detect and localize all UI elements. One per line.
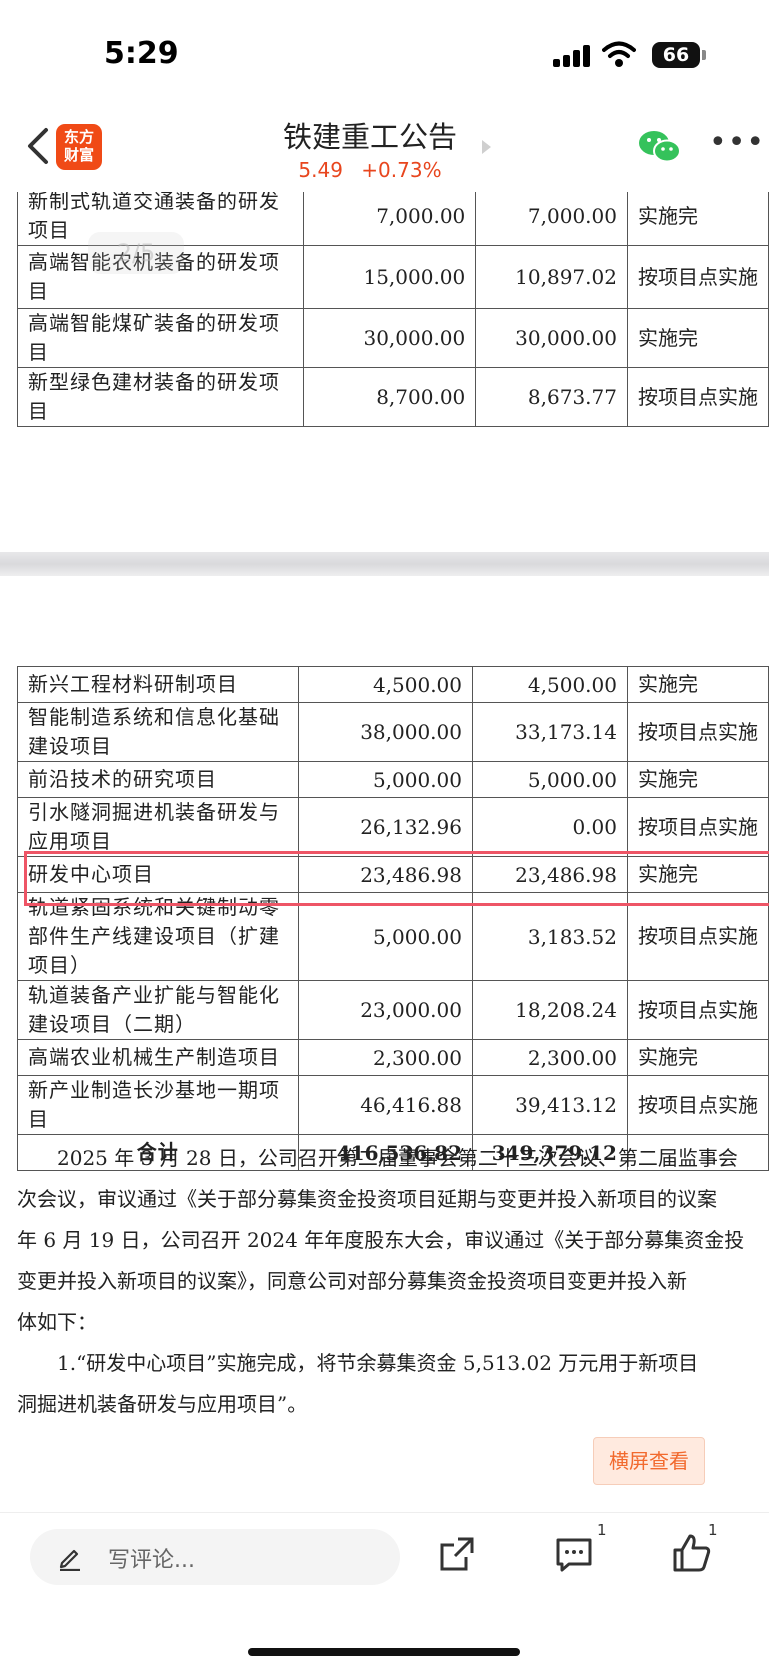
project-name-cell: 高端农业机械生产制造项目 [17,1039,299,1076]
project-name-cell: 新产业制造长沙基地一期项目 [17,1075,299,1135]
logo-line1: 东方 [63,128,94,146]
status-cell: 按项目点实施 [626,980,769,1040]
used-amount-cell: 0.00 [472,797,628,857]
project-name-cell: 新兴工程材料研制项目 [17,666,299,703]
home-indicator [248,1648,520,1656]
paragraph-line: 体如下： [17,1310,97,1334]
status-cell: 按项目点实施 [626,1075,769,1135]
status-cell: 实施完 [626,308,769,368]
table-row: 引水隧洞掘进机装备研发与应用项目 26,132.96 0.00 按项目点实施 [17,797,769,857]
thumbs-up-icon[interactable] [672,1533,712,1573]
logo-line2: 财富 [63,146,94,164]
page-indicator: 2/5 [88,232,184,274]
used-amount-cell: 10,897.02 [475,245,628,309]
used-amount-cell: 8,673.77 [475,367,628,427]
used-amount-cell: 39,413.12 [472,1075,628,1135]
project-name-cell: 智能制造系统和信息化基础建设项目 [17,702,299,762]
like-count: 1 [708,1521,718,1539]
wechat-share-icon[interactable] [638,128,682,166]
planned-amount-cell: 4,500.00 [297,666,474,703]
stock-quote[interactable]: 5.49 +0.73% [270,158,470,182]
project-name-cell: 新型绿色建材装备的研发项目 [16,367,305,427]
used-amount-cell: 4,500.00 [472,666,628,703]
table-row: 轨道装备产业扩能与智能化建设项目（二期） 23,000.00 18,208.24 按项… [17,980,769,1040]
document-viewer[interactable]: 新制式轨道交通装备的研发项目 7,000.00 7,000.00 实施完 高端智能农机装… [0,192,769,1512]
highlight-box [24,851,769,906]
paragraph-line: 洞掘进机装备研发与应用项目”。 [17,1392,308,1416]
stock-change: +0.73% [361,158,442,182]
fund-table-top: 新制式轨道交通装备的研发项目 7,000.00 7,000.00 实施完 高端智能农机装… [16,192,769,427]
used-amount-cell: 18,208.24 [472,980,628,1040]
status-cell: 实施完 [626,192,769,246]
page-title[interactable]: 铁建重工公告 [270,114,470,156]
eastmoney-logo[interactable]: 东方 财富 [56,124,102,170]
project-name-cell: 引水隧洞掘进机装备研发与应用项目 [17,797,299,857]
wifi-icon [602,41,636,67]
page-separator [0,552,769,576]
planned-amount-cell: 26,132.96 [297,797,474,857]
table-row: 新产业制造长沙基地一期项目 46,416.88 39,413.12 按项目点实施 [17,1075,769,1135]
status-bar: 5:29 66 [0,0,769,110]
cellular-signal-icon [553,45,591,67]
planned-amount-cell: 7,000.00 [303,192,477,246]
comment-input[interactable]: 写评论... [30,1529,400,1585]
app-header: 东方 财富 铁建重工公告 5.49 +0.73% ••• [0,110,769,193]
paragraph-line: 次会议，审议通过《关于部分募集资金投资项目延期与变更并投入新项目的议案 [17,1187,717,1211]
table-row: 高端农业机械生产制造项目 2,300.00 2,300.00 实施完 [17,1039,769,1076]
comment-count: 1 [597,1521,607,1539]
status-cell: 按项目点实施 [626,367,769,427]
planned-amount-cell: 38,000.00 [297,702,474,762]
expand-arrow-icon[interactable] [482,140,491,154]
status-cell: 按项目点实施 [626,702,769,762]
status-cell: 实施完 [626,761,769,798]
project-name-cell: 前沿技术的研究项目 [17,761,299,798]
paragraph-line: 2025 年 3 月 28 日，公司召开第二届董事会第二十三次会议、第二届监事会 [17,1146,738,1170]
table-row: 新型绿色建材装备的研发项目 8,700.00 8,673.77 按项目点实施 [16,367,769,427]
planned-amount-cell: 2,300.00 [297,1039,474,1076]
comments-icon[interactable] [555,1537,593,1573]
paragraph-line: 年 6 月 19 日，公司召开 2024 年年度股东大会，审议通过《关于部分募集… [17,1228,745,1252]
planned-amount-cell: 5,000.00 [297,761,474,798]
more-options-icon[interactable]: ••• [709,128,765,158]
status-cell: 实施完 [626,666,769,703]
stock-price: 5.49 [298,158,343,182]
battery-tip [702,50,706,60]
project-name-cell: 轨道装备产业扩能与智能化建设项目（二期） [17,980,299,1040]
table-row: 新兴工程材料研制项目 4,500.00 4,500.00 实施完 [17,666,769,703]
used-amount-cell: 2,300.00 [472,1039,628,1076]
comment-placeholder: 写评论... [108,1548,195,1573]
table-row: 高端智能煤矿装备的研发项目 30,000.00 30,000.00 实施完 [16,308,769,368]
back-arrow-icon[interactable] [18,124,58,168]
planned-amount-cell: 30,000.00 [303,308,477,368]
paragraph-line: 1.“研发中心项目”实施完成，将节余募集资金 5,513.02 万元用于新项目 [17,1351,699,1375]
table-row: 前沿技术的研究项目 5,000.00 5,000.00 实施完 [17,761,769,798]
status-time: 5:29 [104,36,179,71]
planned-amount-cell: 46,416.88 [297,1075,474,1135]
bottom-action-bar: 写评论... 1 1 [0,1512,769,1666]
status-cell: 实施完 [626,1039,769,1076]
fund-table-bottom: 新兴工程材料研制项目 4,500.00 4,500.00 实施完 智能制造系统和信息化基… [17,666,769,1171]
paragraph-line: 变更并投入新项目的议案》，同意公司对部分募集资金投资项目变更并投入新 [17,1269,687,1293]
status-cell: 按项目点实施 [626,797,769,857]
project-name-cell: 高端智能煤矿装备的研发项目 [16,308,305,368]
used-amount-cell: 33,173.14 [472,702,628,762]
planned-amount-cell: 23,000.00 [297,980,474,1040]
used-amount-cell: 5,000.00 [472,761,628,798]
pencil-icon [59,1549,80,1571]
planned-amount-cell: 8,700.00 [303,367,477,427]
table-row: 智能制造系统和信息化基础建设项目 38,000.00 33,173.14 按项目点实施 [17,702,769,762]
landscape-view-button[interactable]: 横屏查看 [593,1437,705,1485]
share-icon[interactable] [438,1535,476,1573]
used-amount-cell: 7,000.00 [475,192,628,246]
battery-icon: 66 [652,42,700,68]
used-amount-cell: 30,000.00 [475,308,628,368]
status-cell: 按项目点实施 [626,245,769,309]
planned-amount-cell: 15,000.00 [303,245,477,309]
